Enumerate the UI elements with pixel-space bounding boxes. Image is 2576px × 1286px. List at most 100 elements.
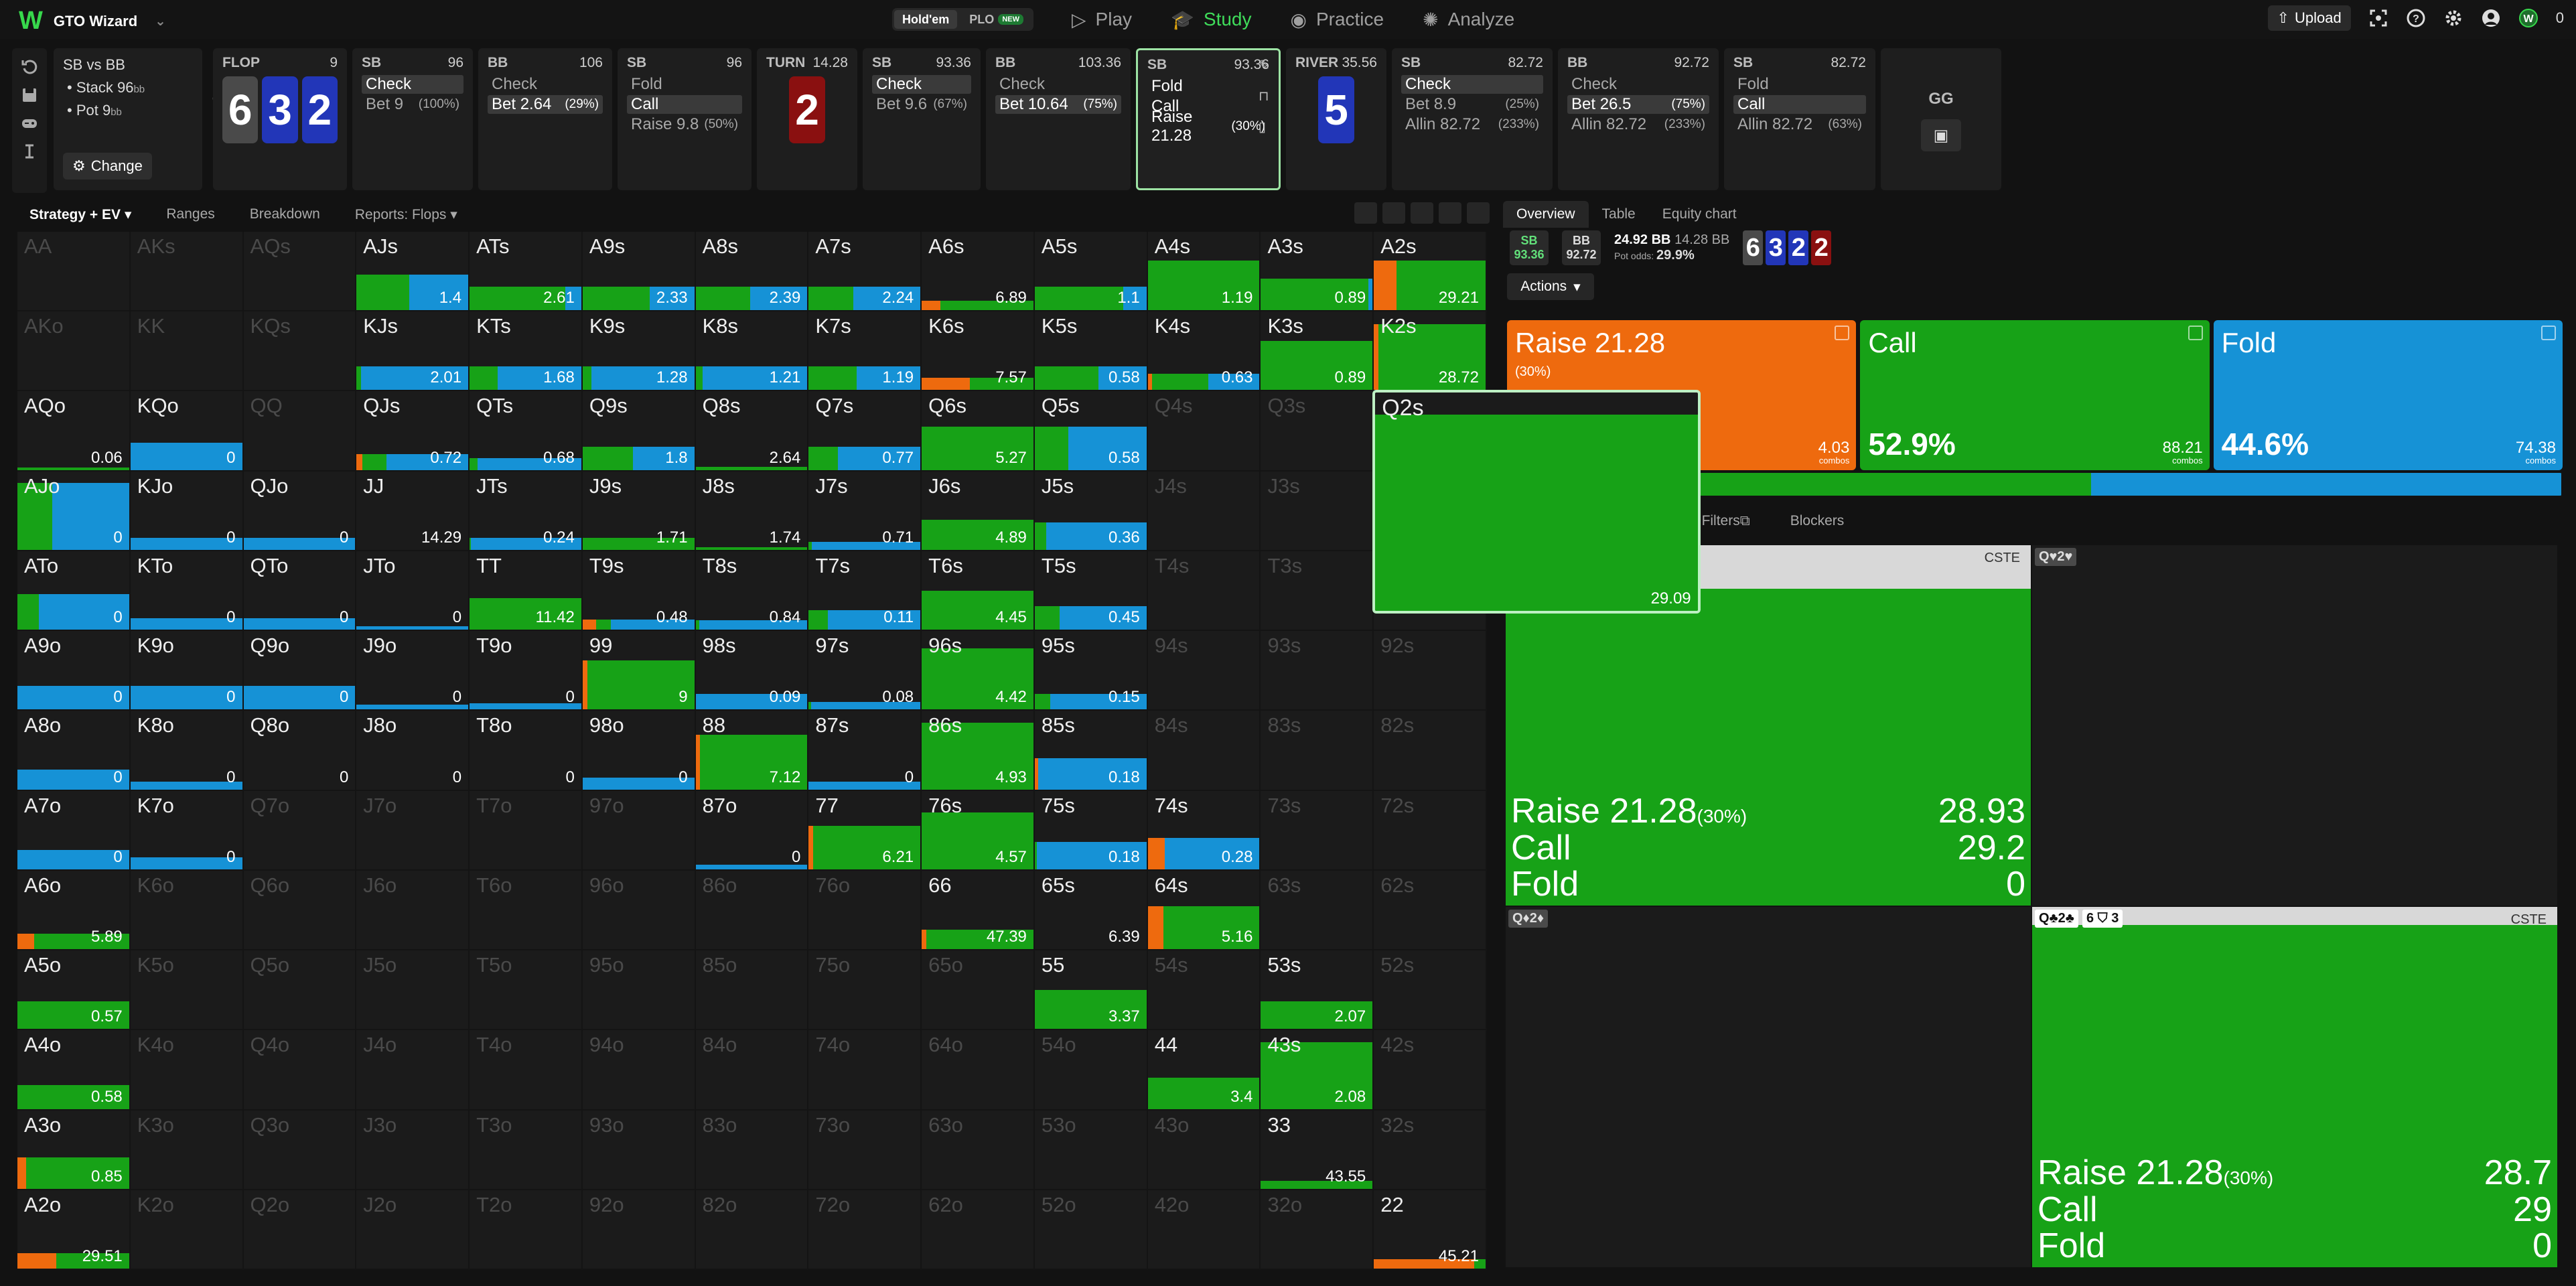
- action-tile-fold[interactable]: Fold 44.6% 74.38 combos: [2213, 320, 2563, 470]
- hand-cell-a2s[interactable]: A2s 29.21: [1374, 232, 1487, 312]
- hand-cell-j3s[interactable]: J3s: [1261, 471, 1374, 551]
- action-option[interactable]: Bet 9.6 (67%): [872, 95, 971, 114]
- hand-cell-97s[interactable]: 97s 0.08: [808, 631, 922, 711]
- hand-cell-97o[interactable]: 97o: [582, 790, 696, 871]
- hand-cell-j8o[interactable]: J8o 0: [356, 711, 470, 791]
- hand-cell-aa[interactable]: AA: [17, 232, 131, 312]
- hand-cell-q9s[interactable]: Q9s 1.8: [582, 391, 696, 472]
- hand-cell-52s[interactable]: 52s: [1374, 950, 1487, 1031]
- hand-cell-a2o[interactable]: A2o 29.51: [17, 1190, 131, 1270]
- hand-cell-92s[interactable]: 92s: [1374, 631, 1487, 711]
- hand-cell-83s[interactable]: 83s: [1261, 711, 1374, 791]
- hand-cell-43s[interactable]: 43s 2.08: [1261, 1030, 1374, 1111]
- hand-cell-k7o[interactable]: K7o 0: [130, 790, 244, 871]
- hand-cell-ajs[interactable]: AJs 1.4: [356, 232, 470, 312]
- text-cursor-icon[interactable]: [20, 142, 39, 161]
- hand-cell-kjs[interactable]: KJs 2.01: [356, 311, 470, 392]
- hand-cell-a9s[interactable]: A9s 2.33: [582, 232, 696, 312]
- hand-cell-k2s[interactable]: K2s 28.72: [1374, 311, 1487, 392]
- view-expand-icon[interactable]: [1411, 202, 1433, 224]
- hand-cell-82o[interactable]: 82o: [695, 1190, 809, 1270]
- hand-cell-a9o[interactable]: A9o 0: [17, 631, 131, 711]
- tab-overview[interactable]: Overview: [1503, 201, 1589, 228]
- hand-cell-44[interactable]: 44 3.4: [1147, 1030, 1261, 1111]
- hand-cell-53o[interactable]: 53o: [1034, 1110, 1148, 1190]
- hand-cell-k8o[interactable]: K8o 0: [130, 711, 244, 791]
- hand-cell-a8s[interactable]: A8s 2.39: [695, 232, 809, 312]
- hand-cell-74s[interactable]: 74s 0.28: [1147, 790, 1261, 871]
- hand-cell-a3o[interactable]: A3o 0.85: [17, 1110, 131, 1190]
- action-option[interactable]: Check: [872, 75, 971, 94]
- hand-cell-k7s[interactable]: K7s 1.19: [808, 311, 922, 392]
- action-option[interactable]: Fold: [627, 75, 742, 94]
- hand-cell-q8s[interactable]: Q8s 2.64: [695, 391, 809, 472]
- action-option[interactable]: Bet 10.64 (75%): [995, 95, 1121, 114]
- hand-cell-ako[interactable]: AKo: [17, 311, 131, 392]
- street-node-flop[interactable]: FLOP 9 6 3 2: [213, 48, 347, 190]
- hand-cell-t6o[interactable]: T6o: [470, 870, 583, 951]
- hand-cell-84s[interactable]: 84s: [1147, 711, 1261, 791]
- help-icon[interactable]: ?: [2406, 8, 2426, 28]
- hand-cell-q5s[interactable]: Q5s 0.58: [1034, 391, 1148, 472]
- variant-holdem[interactable]: Hold'em: [894, 10, 958, 29]
- action-option[interactable]: Fold: [1733, 75, 1866, 94]
- hand-cell-j9o[interactable]: J9o 0: [356, 631, 470, 711]
- hand-cell-96o[interactable]: 96o: [582, 870, 696, 951]
- hand-cell-92o[interactable]: 92o: [582, 1190, 696, 1270]
- hand-cell-t7s[interactable]: T7s 0.11: [808, 551, 922, 632]
- hand-cell-q6s[interactable]: Q6s 5.27: [922, 391, 1035, 472]
- hand-cell-t7o[interactable]: T7o: [470, 790, 583, 871]
- hand-cell-22[interactable]: 22 45.21: [1374, 1190, 1487, 1270]
- action-option[interactable]: Bet 26.5 (75%): [1567, 95, 1709, 114]
- screenshot-icon[interactable]: [2368, 8, 2388, 28]
- hand-cell-ajo[interactable]: AJo 0: [17, 471, 131, 551]
- hand-cell-t9o[interactable]: T9o 0: [470, 631, 583, 711]
- hand-cell-k3o[interactable]: K3o: [130, 1110, 244, 1190]
- hand-cell-kqo[interactable]: KQo 0: [130, 391, 244, 472]
- action-option[interactable]: Check: [1567, 75, 1709, 94]
- hand-cell-qts[interactable]: QTs 0.68: [470, 391, 583, 472]
- hand-cell-t4o[interactable]: T4o: [470, 1030, 583, 1111]
- hand-cell-93s[interactable]: 93s: [1261, 631, 1374, 711]
- action-node-sb[interactable]: SB 96 Fold Call Raise 9.8 (50%): [618, 48, 752, 190]
- tab-table[interactable]: Table: [1589, 201, 1649, 228]
- hand-cell-55[interactable]: 55 3.37: [1034, 950, 1148, 1031]
- hand-cell-54o[interactable]: 54o: [1034, 1030, 1148, 1111]
- hand-cell-65o[interactable]: 65o: [922, 950, 1035, 1031]
- hand-cell-jto[interactable]: JTo 0: [356, 551, 470, 632]
- user-icon[interactable]: [2481, 8, 2501, 28]
- hand-cell-t4s[interactable]: T4s: [1147, 551, 1261, 632]
- action-node-sb[interactable]: SB 82.72 Fold Call Allin 82.72 (63%): [1724, 48, 1875, 190]
- hand-cell-kjo[interactable]: KJo 0: [130, 471, 244, 551]
- hand-cell-33[interactable]: 33 43.55: [1261, 1110, 1374, 1190]
- upload-button[interactable]: ⇧ Upload: [2267, 5, 2351, 31]
- hand-cell-54s[interactable]: 54s: [1147, 950, 1261, 1031]
- action-option[interactable]: Check: [995, 75, 1121, 94]
- hand-cell-a6o[interactable]: A6o 5.89: [17, 870, 131, 951]
- hand-cell-q2o[interactable]: Q2o: [243, 1190, 357, 1270]
- hand-cell-j2o[interactable]: J2o: [356, 1190, 470, 1270]
- action-option[interactable]: Fold: [1147, 77, 1269, 96]
- hand-cell-a7o[interactable]: A7o 0: [17, 790, 131, 871]
- action-node-sb[interactable]: SB 93.36 Check Bet 9.6 (67%): [863, 48, 981, 190]
- hand-cell-j6s[interactable]: J6s 4.89: [922, 471, 1035, 551]
- nav-study[interactable]: 🎓 Study: [1171, 9, 1251, 31]
- hand-cell-94o[interactable]: 94o: [582, 1030, 696, 1111]
- hand-cell-a5s[interactable]: A5s 1.1: [1034, 232, 1148, 312]
- hand-cell-k6s[interactable]: K6s 7.57: [922, 311, 1035, 392]
- action-option[interactable]: Raise 21.28 (30%): [1147, 108, 1269, 145]
- hand-cell-j3o[interactable]: J3o: [356, 1110, 470, 1190]
- hand-cell-88[interactable]: 88 7.12: [695, 711, 809, 791]
- action-node-bb[interactable]: BB 103.36 Check Bet 10.64 (75%): [986, 48, 1131, 190]
- action-node-sb[interactable]: SB 82.72 Check Bet 8.9 (25%) Allin 82.72 (233%…: [1392, 48, 1553, 190]
- hand-cell-kto[interactable]: KTo 0: [130, 551, 244, 632]
- hand-cell-j7s[interactable]: J7s 0.71: [808, 471, 922, 551]
- hand-cell-a4o[interactable]: A4o 0.58: [17, 1030, 131, 1111]
- hand-cell-q3s[interactable]: Q3s: [1261, 391, 1374, 472]
- action-tile-call[interactable]: Call 52.9% 88.21 combos: [1860, 320, 2210, 470]
- hand-cell-73s[interactable]: 73s: [1261, 790, 1374, 871]
- hand-cell-k4o[interactable]: K4o: [130, 1030, 244, 1111]
- tab-reports-flops[interactable]: Reports: Flops ▾: [355, 206, 457, 223]
- hand-cell-93o[interactable]: 93o: [582, 1110, 696, 1190]
- hand-combo-box[interactable]: Q♦2♦: [1506, 907, 2031, 1267]
